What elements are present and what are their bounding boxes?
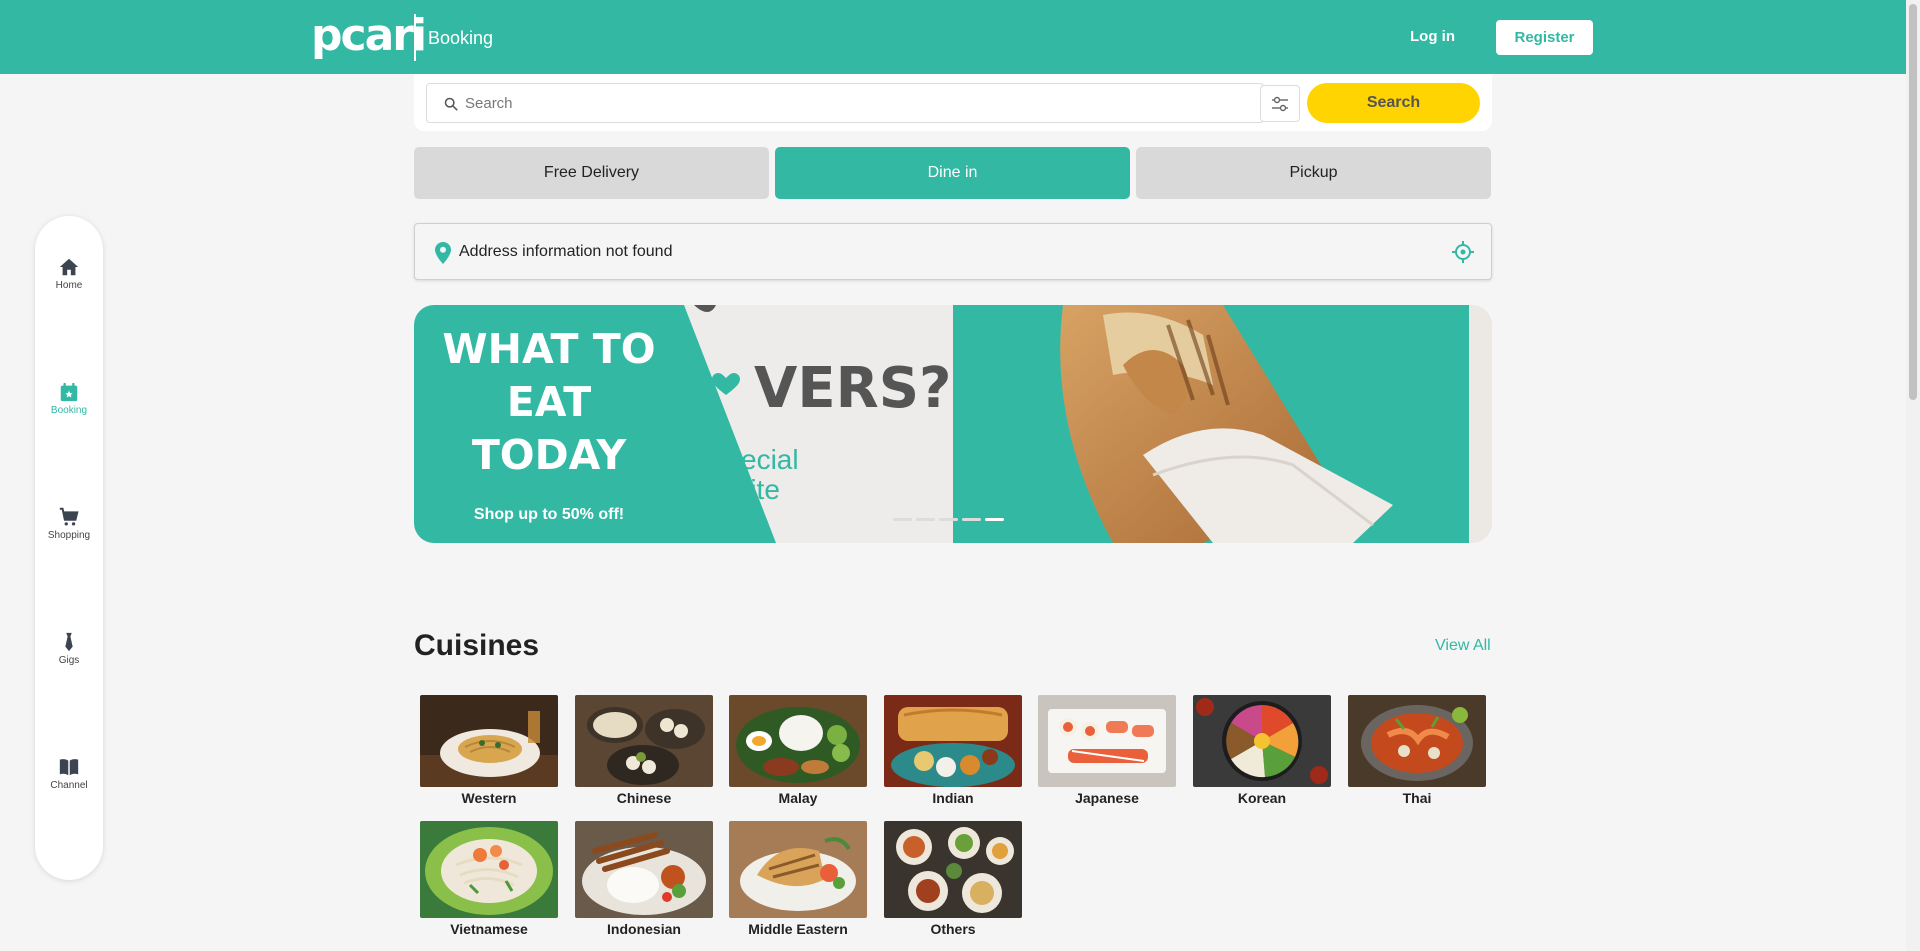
- search-icon: [444, 97, 458, 111]
- address-text: Address information not found: [459, 243, 673, 260]
- promo-banner[interactable]: VERS? ecial rite WHAT TO EAT TODAY Shop …: [414, 305, 1492, 543]
- cuisine-name: Japanese: [1075, 790, 1139, 806]
- cuisine-image: [420, 821, 558, 918]
- cuisine-image: [1038, 695, 1176, 787]
- cuisine-card-indian[interactable]: Indian: [884, 695, 1022, 807]
- cuisine-image: [729, 821, 867, 918]
- tie-icon: [65, 632, 73, 652]
- carousel-dot[interactable]: [962, 518, 981, 521]
- cuisine-card-indonesian[interactable]: Indonesian: [575, 821, 713, 938]
- cuisine-card-western[interactable]: Western: [420, 695, 558, 807]
- cuisine-name: Indian: [932, 790, 974, 806]
- section-name: Booking: [428, 28, 494, 48]
- cuisine-name: Vietnamese: [450, 921, 528, 937]
- sidebar-item-label: Gigs: [58, 655, 80, 666]
- sidebar-item-label: Shopping: [47, 530, 91, 541]
- cuisine-name: Indonesian: [607, 921, 681, 937]
- sliders-icon: [1272, 96, 1288, 111]
- cuisine-name: Korean: [1237, 790, 1287, 806]
- carousel-dot[interactable]: [893, 518, 912, 521]
- carousel-indicators: [893, 518, 1004, 521]
- carousel-dot-active[interactable]: [985, 518, 1004, 521]
- cuisine-image: [575, 821, 713, 918]
- search-bar: Search: [414, 74, 1492, 131]
- sidebar-nav: Home Booking Shopping Gigs Channel: [35, 216, 103, 880]
- cuisine-name: Western: [461, 790, 517, 806]
- cuisine-name: Chinese: [616, 790, 672, 806]
- tab-free-delivery[interactable]: Free Delivery: [414, 147, 769, 199]
- cuisine-card-japanese[interactable]: Japanese: [1038, 695, 1176, 807]
- book-icon: [59, 759, 79, 776]
- heart-decoration: [712, 373, 740, 395]
- cuisine-name: Others: [930, 921, 976, 937]
- cuisine-name: Middle Eastern: [748, 921, 848, 937]
- filter-button[interactable]: [1260, 85, 1300, 122]
- tab-dine-in[interactable]: Dine in: [775, 147, 1130, 199]
- scrollbar-thumb[interactable]: [1909, 4, 1917, 400]
- top-header: pcari Booking Log in Register: [0, 0, 1906, 74]
- cuisine-card-thai[interactable]: Thai: [1348, 695, 1486, 807]
- cuisine-image: [575, 695, 713, 787]
- cuisine-card-chinese[interactable]: Chinese: [575, 695, 713, 807]
- login-link[interactable]: Log in: [1410, 27, 1455, 47]
- sidebar-item-label: Channel: [50, 780, 88, 791]
- page-scrollbar[interactable]: [1906, 0, 1920, 951]
- address-selector[interactable]: Address information not found: [414, 223, 1492, 280]
- sidebar-item-gigs[interactable]: Gigs: [35, 631, 103, 666]
- banner-edge: [1469, 305, 1492, 543]
- banner-subtitle: Shop up to 50% off!: [473, 506, 625, 523]
- tab-pickup[interactable]: Pickup: [1136, 147, 1491, 199]
- carousel-dot[interactable]: [916, 518, 935, 521]
- home-icon: [59, 258, 79, 276]
- calendar-star-icon: [60, 382, 78, 402]
- cart-icon: [59, 507, 79, 526]
- cuisine-name: Thai: [1402, 790, 1432, 806]
- cuisine-card-middle-eastern[interactable]: Middle Eastern: [729, 821, 867, 938]
- banner-slide-headline: VERS?: [754, 356, 952, 421]
- sidebar-item-booking[interactable]: Booking: [35, 381, 103, 416]
- crosshair-icon[interactable]: [1451, 240, 1475, 264]
- map-pin-icon: [435, 242, 451, 264]
- sidebar-item-home[interactable]: Home: [35, 256, 103, 291]
- cuisine-image: [420, 695, 558, 787]
- cuisine-card-korean[interactable]: Korean: [1193, 695, 1331, 807]
- sidebar-item-label: Home: [55, 280, 83, 291]
- pcari-logo[interactable]: pcari: [311, 12, 427, 60]
- banner-title: WHAT TO EAT TODAY: [442, 325, 656, 479]
- banner-decoration: [694, 305, 716, 312]
- search-field[interactable]: [426, 83, 1264, 123]
- carousel-dot[interactable]: [939, 518, 958, 521]
- cuisine-image: [884, 821, 1022, 918]
- sidebar-item-label: Booking: [50, 405, 88, 416]
- wrap-food-image: [1060, 305, 1393, 543]
- cuisine-image: [1193, 695, 1331, 787]
- sidebar-item-shopping[interactable]: Shopping: [35, 506, 103, 541]
- cuisines-title: Cuisines: [414, 629, 540, 662]
- search-input[interactable]: [465, 84, 1245, 122]
- search-button[interactable]: Search: [1307, 83, 1480, 123]
- cuisine-card-vietnamese[interactable]: Vietnamese: [420, 821, 558, 938]
- register-button[interactable]: Register: [1496, 20, 1593, 55]
- cuisine-name: Malay: [778, 790, 818, 806]
- cuisine-image: [1348, 695, 1486, 787]
- cuisine-image: [884, 695, 1022, 787]
- logo-divider: [414, 14, 416, 61]
- view-all-link[interactable]: View All: [1435, 637, 1491, 655]
- cuisine-card-others[interactable]: Others: [884, 821, 1022, 938]
- cuisine-card-malay[interactable]: Malay: [729, 695, 867, 807]
- banner-food-panel: [953, 305, 1469, 543]
- sidebar-item-channel[interactable]: Channel: [35, 756, 103, 791]
- cuisine-image: [729, 695, 867, 787]
